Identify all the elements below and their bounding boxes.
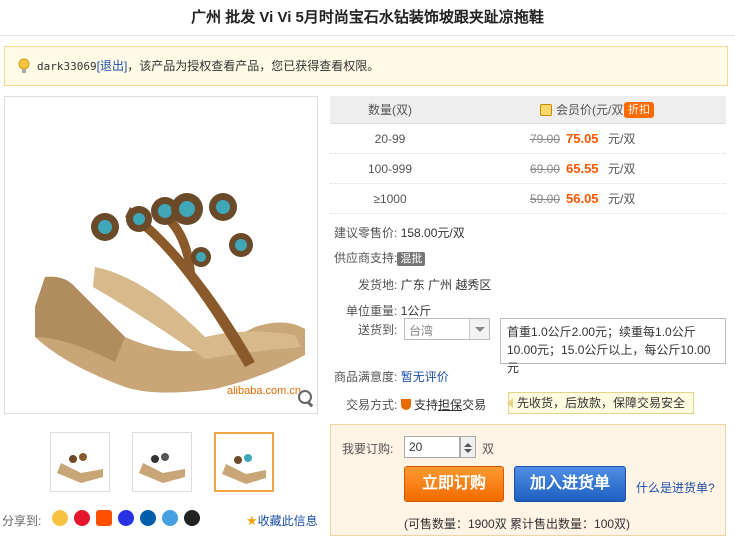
favorite-label: 收藏此信息 (257, 514, 318, 528)
quantity-input[interactable]: 20 (404, 436, 460, 458)
unit-weight: 单位重量: 1公斤 (346, 302, 431, 319)
price-row: ≥1000 59.00 56.05 元/双 (330, 184, 726, 214)
chevron-up-icon[interactable] (464, 439, 472, 447)
weight-label: 单位重量: (346, 304, 398, 318)
notice-text: ，该产品为授权查看产品，您已获得查看权限。 (127, 59, 380, 73)
star-icon: ★ (246, 513, 258, 528)
weight-value: 1公斤 (400, 304, 432, 318)
chevron-down-icon[interactable] (464, 449, 472, 457)
price-row: 20-99 79.00 75.05 元/双 (330, 124, 726, 154)
main-product-image[interactable]: alibaba.com.cn (4, 96, 318, 414)
mixed-batch-tag: 混批 (397, 252, 426, 266)
ship-to-value: 台湾 (409, 324, 434, 338)
thumbnail-1[interactable] (50, 432, 110, 492)
retail-value: 158.00元/双 (400, 226, 465, 240)
satisfaction-label: 商品满意度: (334, 370, 398, 384)
row-new-price: 75.05 (566, 131, 599, 146)
price-table: 数量(双) 会员价(元/双) 折扣 20-99 79.00 75.05 元/双 … (330, 96, 726, 214)
chevron-down-icon[interactable] (469, 319, 489, 339)
add-to-cart-button[interactable]: 加入进货单 (514, 466, 626, 502)
trade-method: 交易方式: 支持担保交易 (346, 396, 486, 413)
shield-icon (400, 399, 411, 410)
row-old-price: 59.00 (530, 192, 561, 206)
satisfaction: 商品满意度: 暂无评价 (334, 368, 449, 385)
trade-pre: 支持 (414, 398, 439, 412)
what-is-cart-link[interactable]: 什么是进货单? (636, 479, 715, 496)
trade-label: 交易方式: (346, 398, 398, 412)
auth-notice: dark33069[退出]，该产品为授权查看产品，您已获得查看权限。 (4, 46, 728, 86)
taobao-icon[interactable] (96, 510, 112, 526)
row-qty: 100-999 (367, 162, 413, 176)
price-row: 100-999 69.00 65.55 元/双 (330, 154, 726, 184)
col-qty: 数量(双) (368, 103, 412, 117)
trade-post: 交易 (462, 398, 487, 412)
baidu-icon[interactable] (118, 510, 134, 526)
weibo-icon[interactable] (74, 510, 90, 526)
username: dark33069 (37, 60, 97, 73)
shipping-fee-box: 首重1.0公斤2.00元；续重每1.0公斤10.00元；15.0公斤以上，每公斤… (500, 318, 726, 375)
escrow-link[interactable]: 担保 (438, 398, 462, 412)
supplier-support: 供应商支持: 混批 (334, 249, 426, 266)
order-unit: 双 (482, 442, 495, 456)
retail-price: 建议零售价: 158.00元/双 (334, 224, 465, 241)
satisfaction-link[interactable]: 暂无评价 (401, 370, 449, 384)
thumbnail-2[interactable] (132, 432, 192, 492)
logout-link[interactable]: [退出] (97, 59, 128, 73)
price-table-header: 数量(双) 会员价(元/双) 折扣 (330, 96, 726, 124)
row-qty: ≥1000 (373, 192, 407, 206)
ship-from-label: 发货地: (358, 278, 398, 292)
ship-from-value: 广东 广州 越秀区 (400, 278, 492, 292)
row-qty: 20-99 (374, 132, 406, 146)
share-icons (52, 510, 206, 526)
share-label: 分享到: (2, 514, 42, 528)
thumbnail-image (222, 454, 266, 484)
retail-label: 建议零售价: (334, 226, 398, 240)
ship-to-label: 送货到: (358, 323, 398, 337)
discount-badge: 折扣 (624, 102, 654, 118)
order-label: 我要订购: (342, 442, 394, 456)
quantity-stepper[interactable] (460, 436, 476, 458)
col-price: 会员价(元/双) (540, 96, 627, 124)
supplier-label: 供应商支持: (334, 251, 398, 265)
thumbnail-image (139, 453, 185, 483)
escrow-tip: 先收货，后放款，保障交易安全 (507, 392, 694, 414)
qzone-icon[interactable] (52, 510, 68, 526)
col-price-label: 会员价(元/双) (556, 103, 628, 117)
thumbnail-image (57, 453, 103, 483)
buy-now-button[interactable]: 立即订购 (404, 466, 504, 502)
qq-icon[interactable] (184, 510, 200, 526)
row-unit: 元/双 (608, 192, 636, 206)
renren-icon[interactable] (140, 510, 156, 526)
ship-from: 发货地: 广东 广州 越秀区 (358, 276, 491, 293)
row-old-price: 79.00 (530, 132, 561, 146)
row-old-price: 69.00 (530, 162, 561, 176)
lock-icon (540, 104, 552, 116)
sandal-image (35, 193, 305, 393)
thumbnail-3[interactable] (214, 432, 274, 492)
lightbulb-icon (18, 58, 30, 73)
favorite-link[interactable]: ★收藏此信息 (246, 512, 318, 529)
row-unit: 元/双 (608, 162, 636, 176)
row-unit: 元/双 (608, 132, 636, 146)
zoom-icon[interactable] (297, 389, 317, 409)
row-new-price: 56.05 (566, 191, 599, 206)
qq-weibo-icon[interactable] (162, 510, 178, 526)
alibaba-logo: alibaba.com.cn (227, 385, 301, 397)
row-new-price: 65.55 (566, 161, 599, 176)
ship-to-select[interactable]: 台湾 (404, 318, 490, 340)
sales-stats: (可售数量：1900双 累计售出数量：100双) (404, 517, 631, 531)
page-title: 广州 批发 Vi Vi 5月时尚宝石水钻装饰坡跟夹趾凉拖鞋 (0, 0, 735, 36)
